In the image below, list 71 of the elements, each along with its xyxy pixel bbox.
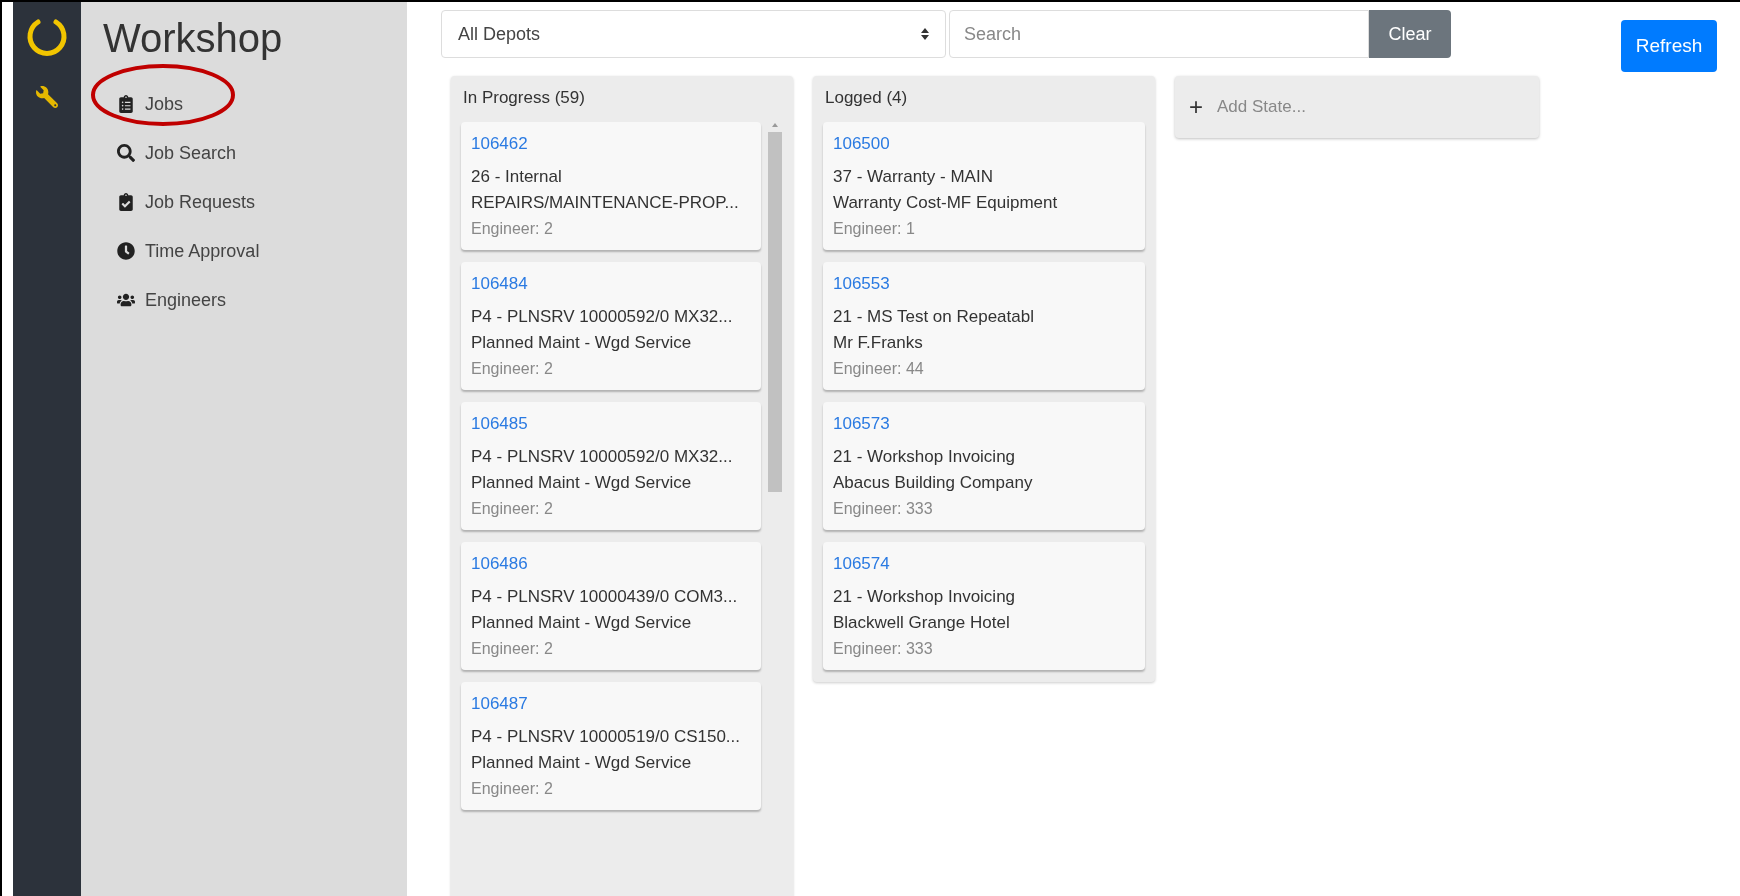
scroll-thumb[interactable] (768, 132, 782, 492)
job-card[interactable]: 106462 26 - Internal REPAIRS/MAINTENANCE-PROP... Engineer: 2 (461, 122, 761, 250)
job-description: 21 - Workshop Invoicing (833, 586, 1016, 608)
job-number-link[interactable]: 106486 (471, 552, 528, 576)
job-number-link[interactable]: 106500 (833, 132, 890, 156)
job-description: P4 - PLNSRV 10000519/0 CS150... (471, 726, 741, 748)
select-value: All Depots (458, 22, 541, 46)
engineer-count: Engineer: 2 (471, 779, 553, 799)
job-description: 21 - MS Test on Repeatabl (833, 306, 1034, 328)
job-customer: Blackwell Grange Hotel (833, 612, 1010, 634)
job-description: 37 - Warranty - MAIN (833, 166, 993, 188)
job-card[interactable]: 106486 P4 - PLNSRV 10000439/0 COM3... Planned Maint - Wgd Service Engineer: 2 (461, 542, 761, 670)
add-state-panel[interactable]: + Add State... (1175, 76, 1539, 138)
nav-item[interactable]: Job Search (117, 135, 407, 171)
search-field[interactable]: Search (949, 10, 1369, 58)
depot-select[interactable]: All Depots (441, 10, 946, 58)
job-card[interactable]: 106487 P4 - PLNSRV 10000519/0 CS150... Planned Maint - Wgd Service Engineer: 2 (461, 682, 761, 810)
engineer-count: Engineer: 1 (833, 219, 915, 239)
engineer-count: Engineer: 2 (471, 499, 553, 519)
engineer-count: Engineer: 44 (833, 359, 924, 379)
job-card[interactable]: 106500 37 - Warranty - MAIN Warranty Cost-MF Equipment Engineer: 1 (823, 122, 1145, 250)
nav-item[interactable]: Jobs (117, 86, 407, 122)
job-description: 26 - Internal (471, 166, 562, 188)
job-description: P4 - PLNSRV 10000592/0 MX32... (471, 306, 733, 328)
job-customer: Planned Maint - Wgd Service (471, 752, 692, 774)
clipboard-check-icon (117, 193, 135, 211)
engineer-count: Engineer: 333 (833, 499, 933, 519)
job-number-link[interactable]: 106484 (471, 272, 528, 296)
wrench-icon[interactable] (36, 86, 58, 108)
sort-arrows-icon (921, 28, 929, 40)
job-description: P4 - PLNSRV 10000439/0 COM3... (471, 586, 738, 608)
nav-item[interactable]: Job Requests (117, 184, 407, 220)
job-customer: Planned Maint - Wgd Service (471, 332, 692, 354)
search-icon (117, 144, 135, 162)
job-card[interactable]: 106574 21 - Workshop Invoicing Blackwell Grange Hotel Engineer: 333 (823, 542, 1145, 670)
nav-item[interactable]: Time Approval (117, 233, 407, 269)
job-card[interactable]: 106485 P4 - PLNSRV 10000592/0 MX32... Planned Maint - Wgd Service Engineer: 2 (461, 402, 761, 530)
job-customer: Planned Maint - Wgd Service (471, 612, 692, 634)
clear-button[interactable]: Clear (1369, 10, 1451, 58)
column-title: Logged (4) (824, 87, 909, 109)
refresh-button[interactable]: Refresh (1621, 20, 1717, 72)
plus-icon: + (1189, 95, 1203, 119)
users-icon (117, 291, 135, 309)
job-number-link[interactable]: 106485 (471, 412, 528, 436)
engineer-count: Engineer: 333 (833, 639, 933, 659)
nav-item[interactable]: Engineers (117, 282, 407, 318)
engineer-count: Engineer: 2 (471, 639, 553, 659)
job-customer: Mr F.Franks (833, 332, 923, 354)
job-card[interactable]: 106573 21 - Workshop Invoicing Abacus Building Company Engineer: 333 (823, 402, 1145, 530)
job-number-link[interactable]: 106574 (833, 552, 890, 576)
job-number-link[interactable]: 106553 (833, 272, 890, 296)
job-customer: Abacus Building Company (833, 472, 1033, 494)
clipboard-icon (117, 95, 135, 113)
job-card[interactable]: 106484 P4 - PLNSRV 10000592/0 MX32... Planned Maint - Wgd Service Engineer: 2 (461, 262, 761, 390)
job-description: P4 - PLNSRV 10000592/0 MX32... (471, 446, 733, 468)
job-description: 21 - Workshop Invoicing (833, 446, 1016, 468)
job-customer: Warranty Cost-MF Equipment (833, 192, 1058, 214)
engineer-count: Engineer: 2 (471, 219, 553, 239)
job-customer: Planned Maint - Wgd Service (471, 472, 692, 494)
engineer-count: Engineer: 2 (471, 359, 553, 379)
scroll-up-icon (771, 122, 779, 128)
clock-icon (117, 242, 135, 260)
job-number-link[interactable]: 106573 (833, 412, 890, 436)
job-customer: REPAIRS/MAINTENANCE-PROP... (471, 192, 739, 214)
column-title: In Progress (59) (462, 87, 586, 109)
app-title: Workshop (103, 15, 284, 62)
job-number-link[interactable]: 106487 (471, 692, 528, 716)
job-number-link[interactable]: 106462 (471, 132, 528, 156)
job-card[interactable]: 106553 21 - MS Test on Repeatabl Mr F.Franks Engineer: 44 (823, 262, 1145, 390)
ring-logo-icon (26, 16, 68, 58)
add-state-label: Add State... (1217, 96, 1306, 119)
